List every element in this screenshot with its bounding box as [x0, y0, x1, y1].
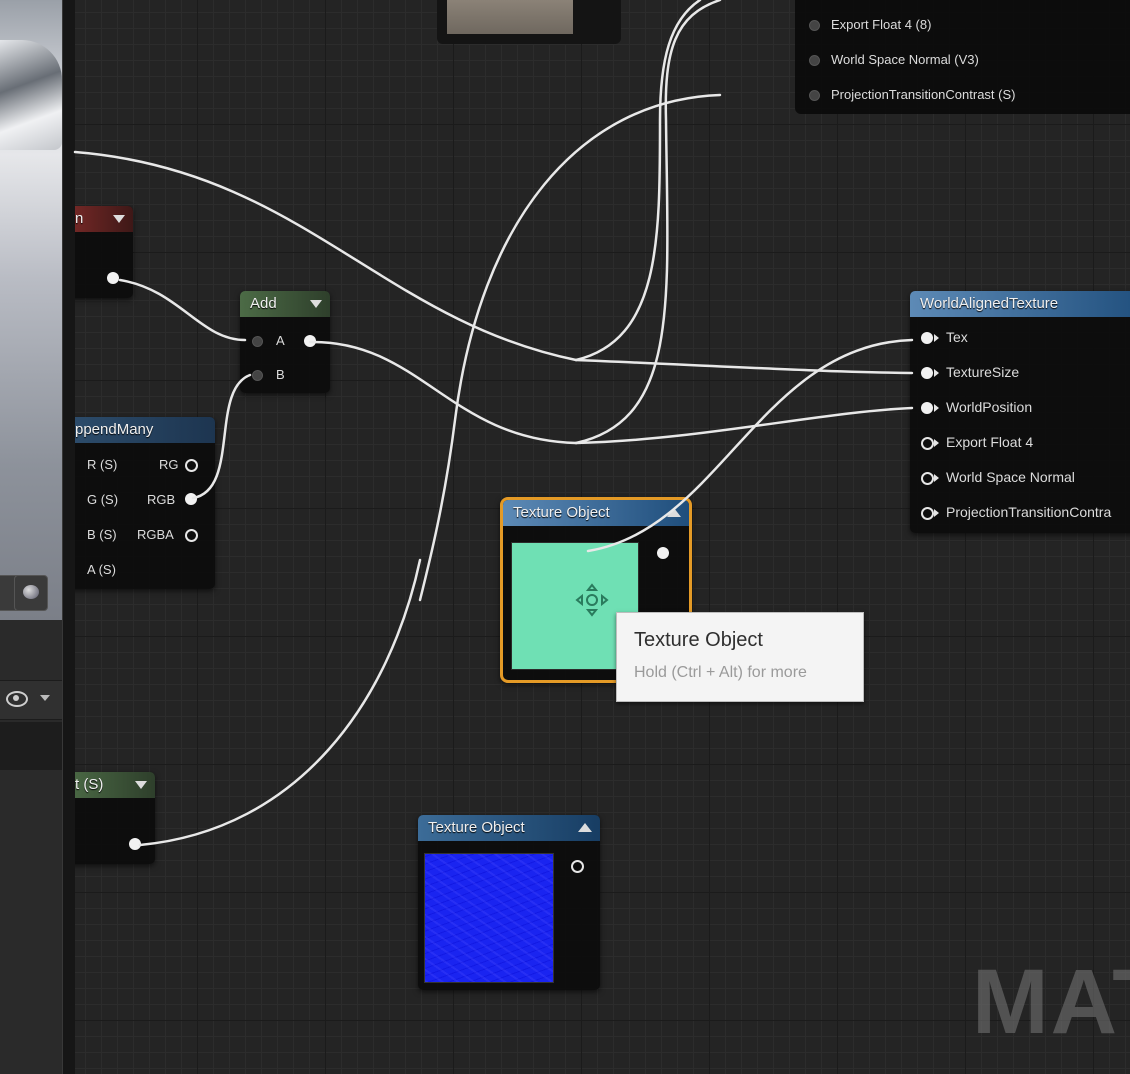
world-aligned-texture-node[interactable]: WorldAlignedTexture Tex TextureSize Worl… [910, 291, 1130, 533]
pin-label: Export Float 4 (8) [831, 17, 932, 32]
pin-label: A (S) [87, 562, 116, 577]
viewport-preview-image[interactable] [0, 0, 62, 620]
node-title[interactable]: Texture Object [418, 815, 600, 841]
pin-label: RGB [147, 492, 176, 507]
chevron-up-icon[interactable] [667, 508, 681, 517]
watermark-text: MATE [972, 951, 1130, 1053]
node-title[interactable]: n [75, 206, 133, 232]
pin-label: WorldPosition [946, 399, 1033, 415]
input-pin[interactable] [809, 55, 820, 66]
append-many-node[interactable]: ppendMany R (S) G (S) B (S) A (S) RG RGB… [75, 417, 215, 589]
output-pin-rgba[interactable] [185, 529, 198, 542]
pin-label: B (S) [87, 527, 117, 542]
preview-mesh [0, 40, 62, 150]
node-title-text: Add [250, 295, 277, 312]
output-pin-export-float4[interactable] [921, 437, 934, 450]
input-pin-b[interactable] [252, 370, 263, 381]
input-pin[interactable] [809, 20, 820, 31]
chevron-down-icon[interactable] [310, 300, 322, 308]
chevron-down-icon[interactable] [113, 215, 125, 223]
node-title-text: t (S) [75, 776, 104, 793]
chevron-down-icon[interactable] [135, 781, 147, 789]
arrow-right-icon [934, 334, 939, 342]
chevron-up-icon[interactable] [578, 823, 592, 832]
node-title[interactable]: t (S) [75, 772, 155, 798]
output-pin[interactable] [129, 838, 141, 850]
input-pin[interactable] [809, 90, 820, 101]
input-pin-a[interactable] [252, 336, 263, 347]
chevron-down-icon[interactable] [40, 695, 50, 701]
output-pin-world-space-normal[interactable] [921, 472, 934, 485]
move-cursor-icon [575, 583, 609, 617]
tooltip-hint: Hold (Ctrl + Alt) for more [634, 664, 807, 681]
add-node[interactable]: Add A B [240, 291, 330, 393]
output-pin[interactable] [657, 547, 669, 559]
pin-label: R (S) [87, 457, 118, 472]
node-title-text: WorldAlignedTexture [920, 295, 1059, 312]
texture-preview [424, 853, 554, 983]
arrow-right-icon [934, 439, 939, 447]
function-output-node-partial[interactable]: Export Float 4 (8) World Space Normal (V… [795, 0, 1130, 114]
node-title[interactable]: ppendMany [75, 417, 215, 443]
texture-sample-node-partial[interactable] [437, 0, 621, 44]
pin-label: Export Float 4 [946, 434, 1034, 450]
pin-label: Tex [946, 329, 968, 345]
input-pin-tex[interactable] [921, 332, 933, 344]
node-tooltip: Texture Object Hold (Ctrl + Alt) for mor… [616, 612, 864, 702]
pin-label: RGBA [137, 527, 174, 542]
arrow-right-icon [934, 474, 939, 482]
node-title[interactable]: Texture Object [503, 500, 689, 526]
arrow-right-icon [934, 509, 939, 517]
panel-splitter[interactable] [62, 0, 76, 1074]
node-title-text: ppendMany [75, 421, 154, 438]
output-pin-projection-transition[interactable] [921, 507, 934, 520]
node-title[interactable]: WorldAlignedTexture [910, 291, 1130, 317]
pin-label: ProjectionTransitionContra [946, 504, 1112, 520]
texture-object-node[interactable]: Texture Object [418, 815, 600, 990]
input-pin-texturesize[interactable] [921, 367, 933, 379]
texture-preview [447, 0, 573, 34]
partial-param-node[interactable]: t (S) [75, 772, 155, 864]
eye-icon[interactable] [6, 691, 28, 707]
pin-label: B [276, 367, 285, 382]
node-title[interactable]: Add [240, 291, 330, 317]
node-title-text: Texture Object [513, 504, 610, 521]
arrow-right-icon [934, 404, 939, 412]
material-graph-canvas[interactable]: Export Float 4 (8) World Space Normal (V… [75, 0, 1130, 1074]
pin-label: RG [159, 457, 179, 472]
pin-label: World Space Normal (V3) [831, 52, 979, 67]
input-pin-worldposition[interactable] [921, 402, 933, 414]
preview-viewport-panel [0, 0, 76, 1074]
preview-sphere-button[interactable] [14, 575, 48, 611]
pin-label: A [276, 333, 285, 348]
node-title-text: Texture Object [428, 819, 525, 836]
output-pin-rgb[interactable] [185, 493, 197, 505]
node-title-text: n [75, 210, 84, 227]
arrow-right-icon [934, 369, 939, 377]
output-pin[interactable] [571, 860, 584, 873]
output-pin[interactable] [107, 272, 119, 284]
sphere-icon [23, 585, 39, 599]
details-header [0, 680, 62, 720]
output-pin[interactable] [304, 335, 316, 347]
pin-label: TextureSize [946, 364, 1020, 380]
pin-label: World Space Normal [946, 469, 1075, 485]
pin-label: ProjectionTransitionContrast (S) [831, 87, 1016, 102]
pin-label: G (S) [87, 492, 119, 507]
details-field[interactable] [0, 722, 62, 770]
partial-red-node[interactable]: n [75, 206, 133, 298]
output-pin-rg[interactable] [185, 459, 198, 472]
tooltip-title: Texture Object [634, 629, 763, 651]
